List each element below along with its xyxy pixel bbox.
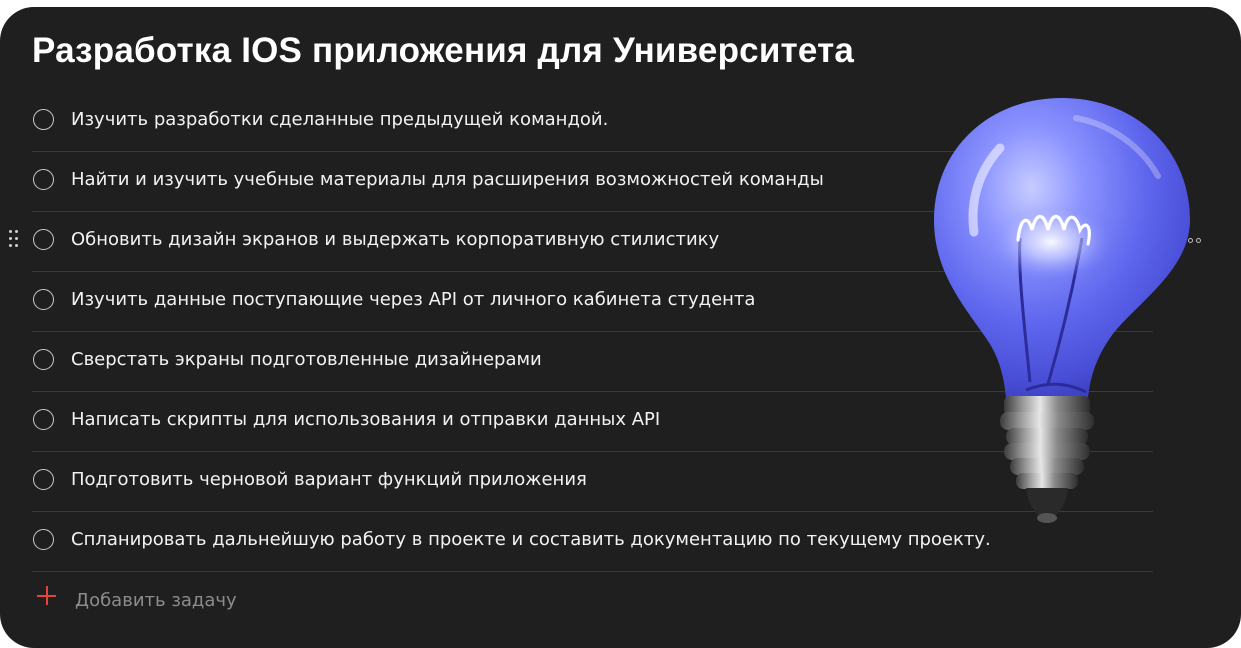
task-checkbox[interactable] bbox=[33, 289, 54, 310]
task-title[interactable]: Найти и изучить учебные материалы для ра… bbox=[71, 169, 824, 190]
add-task-button[interactable]: Добавить задачу bbox=[32, 572, 1153, 630]
task-title[interactable]: Написать скрипты для использования и отп… bbox=[71, 409, 660, 430]
task-checkbox[interactable] bbox=[33, 109, 54, 130]
task-title[interactable]: Обновить дизайн экранов и выдержать корп… bbox=[71, 229, 719, 250]
task-checkbox[interactable] bbox=[33, 349, 54, 370]
lightbulb-illustration bbox=[934, 98, 1190, 523]
list-title: Разработка IOS приложения для Университе… bbox=[32, 31, 855, 70]
task-checkbox[interactable] bbox=[33, 169, 54, 190]
task-checkbox[interactable] bbox=[33, 469, 54, 490]
plus-icon bbox=[37, 586, 56, 605]
task-list-panel: Разработка IOS приложения для Университе… bbox=[0, 7, 1241, 648]
drag-handle-icon[interactable] bbox=[9, 230, 21, 250]
task-title[interactable]: Изучить данные поступающие через API от … bbox=[71, 289, 755, 310]
task-checkbox[interactable] bbox=[33, 529, 54, 550]
task-checkbox[interactable] bbox=[33, 229, 54, 250]
task-title[interactable]: Сверстать экраны подготовленные дизайнер… bbox=[71, 349, 542, 370]
task-title[interactable]: Изучить разработки сделанные предыдущей … bbox=[71, 109, 608, 130]
task-title[interactable]: Спланировать дальнейшую работу в проекте… bbox=[71, 529, 991, 550]
task-checkbox[interactable] bbox=[33, 409, 54, 430]
task-title[interactable]: Подготовить черновой вариант функций при… bbox=[71, 469, 587, 490]
add-task-label: Добавить задачу bbox=[75, 590, 237, 611]
